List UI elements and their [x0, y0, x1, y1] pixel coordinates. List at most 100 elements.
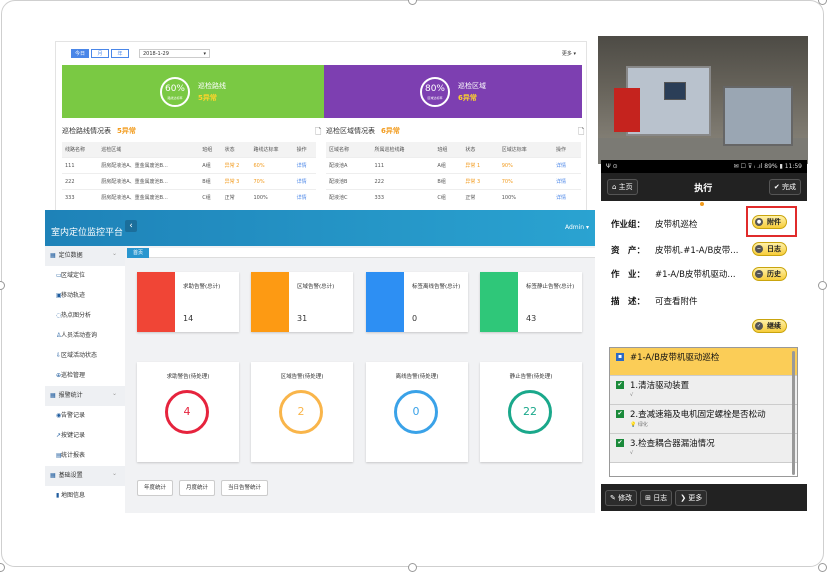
resize-handle-right[interactable]	[818, 281, 827, 290]
sidebar-item[interactable]: ⊕ 巡检管理	[45, 366, 125, 386]
sidebar-item-label: 按键记录	[61, 432, 86, 439]
sidebar-item[interactable]: ▮ 地图信息	[45, 486, 125, 506]
sidebar-item[interactable]: ▣ 移动轨迹	[45, 286, 125, 306]
done-button[interactable]: ✔ 完成	[768, 179, 801, 195]
pending-card-label: 求助警告(待处理)	[166, 374, 210, 380]
home-button[interactable]: ⌂ 主页	[607, 179, 638, 195]
date-select[interactable]: 2018-1-29 ▾	[139, 49, 210, 58]
stat-card-label: 区域告警(总计)	[297, 284, 335, 290]
history-label: 历史	[767, 270, 781, 278]
mobile-header: ⌂ 主页 执行 ✔ 完成	[601, 173, 807, 201]
edit-button[interactable]: ✎ 修改	[605, 489, 638, 506]
sidebar-item[interactable]: ▦ 基础设置	[45, 464, 125, 486]
collapse-sidebar-button[interactable]: ‹	[125, 220, 137, 232]
detail-link[interactable]: 详情	[293, 157, 316, 174]
date-value: 2018-1-29	[143, 51, 169, 57]
admin-menu[interactable]: Admin ▾	[565, 224, 589, 231]
field-label: 资 产：	[611, 246, 646, 256]
monitor-dashboard: 室内定位监控平台 ‹ Admin ▾ ▦定位数据▭区域定位▣移动轨迹◌热点图分析…	[45, 210, 595, 513]
sidebar-item[interactable]: ▤ 统计报表	[45, 446, 125, 466]
checked-icon: ✔	[616, 439, 624, 447]
range-month-button[interactable]: 月	[91, 49, 109, 58]
pending-ring: 2	[279, 390, 323, 434]
area-table-count: 6异常	[381, 127, 400, 135]
stat-button[interactable]: 当日告警统计	[221, 480, 269, 496]
indicator-dot	[700, 202, 704, 206]
sidebar-item-icon: ↗	[56, 432, 62, 439]
range-year-button[interactable]: 年	[111, 49, 129, 58]
detail-link[interactable]: 详情	[552, 173, 581, 190]
continue-button[interactable]: ✓ 继续	[752, 319, 787, 333]
sidebar-item-label: 报警统计	[58, 392, 83, 399]
area-table: 区域名称 所属巡检线路 班组 状态 区域达标率 操作 配液池A 111 A组 异常 1 90% 详情配…	[326, 142, 581, 205]
stat-card-color	[480, 272, 518, 332]
sidebar-item-label: 热点图分析	[61, 312, 92, 319]
sidebar-item[interactable]: ▭ 区域定位	[45, 266, 125, 286]
sidebar-item-label: 定位数据	[58, 252, 83, 259]
task-item[interactable]: ✔ 1.清洁驱动装置 √	[610, 376, 797, 405]
pending-card-label: 区域告警(待处理)	[280, 374, 324, 380]
stat-button[interactable]: 年度统计	[137, 480, 174, 496]
sidebar-item-icon: ⇩	[56, 352, 62, 359]
detail-link[interactable]: 详情	[552, 189, 581, 205]
sidebar-item[interactable]: ◉ 告警记录	[45, 406, 125, 426]
export-doc-icon[interactable]: 🗋	[578, 126, 584, 140]
export-doc-icon[interactable]: 🗋	[315, 126, 321, 140]
sidebar-item[interactable]: ▦ 定位数据	[45, 244, 125, 266]
machine-photo	[598, 36, 808, 164]
task-item[interactable]: ✔ 3.检查耦合器漏油情况 √	[610, 434, 797, 463]
route-table-title: 巡检路线情况表	[62, 127, 111, 135]
table-cell: A组	[434, 157, 463, 174]
grid-icon: ⊞	[645, 493, 654, 502]
tab-home[interactable]: 首页	[127, 248, 150, 258]
screen-title: 执行	[694, 183, 713, 194]
task-item[interactable]: ▪ #1-A/B皮带机驱动巡检	[610, 348, 797, 376]
task-sub-text: 绿化	[637, 422, 648, 428]
home-icon: ⌂	[612, 183, 619, 191]
route-table-count: 5异常	[117, 127, 136, 135]
table-cell: 70%	[498, 173, 553, 190]
area-rate-caption: 区域达标率	[427, 95, 443, 100]
history-button[interactable]: − 历史	[752, 267, 787, 281]
sidebar-item[interactable]: ◌ 热点图分析	[45, 306, 125, 326]
sidebar-item[interactable]: ⇩ 区域活动状态	[45, 346, 125, 366]
sidebar-item[interactable]: ♙ 人员活动查询	[45, 326, 125, 346]
table-header: 路线达标率	[250, 142, 294, 158]
table-cell: C组	[434, 189, 463, 205]
route-rate-value: 60%	[164, 83, 185, 94]
sidebar-item[interactable]: ↗ 按键记录	[45, 426, 125, 446]
status-bar: Ψ ⊙ ✉ ☐ ⊽ ᵢ .ıl 89% ▮ 11:59	[601, 160, 807, 173]
field-value: 皮带机巡检	[655, 220, 698, 230]
attachment-button[interactable]: ● 附件	[752, 215, 787, 229]
table-row: 222 厨房配液池A、重金属废池B... B组 异常 3 70% 详情	[62, 173, 316, 190]
sidebar-item-label: 告警记录	[61, 412, 86, 419]
table-cell: 配液池A	[326, 157, 372, 174]
stat-card-value: 0	[412, 314, 418, 323]
table-header: 状态	[221, 142, 251, 158]
range-today-button[interactable]: 今日	[71, 49, 89, 58]
stat-card-value: 43	[526, 314, 537, 323]
scrollbar[interactable]	[792, 351, 795, 475]
stat-button[interactable]: 月度统计	[179, 480, 216, 496]
detail-link[interactable]: 详情	[293, 189, 316, 205]
task-label: 2.查减速箱及电机固定螺栓是否松动	[630, 410, 766, 420]
more-menu-button[interactable]: ❯ 更多	[675, 489, 708, 506]
stat-card: 求助告警(总计) 14	[137, 272, 239, 332]
detail-link[interactable]: 详情	[293, 173, 316, 190]
route-table: 线路名称 巡检区域 班组 状态 路线达标率 操作 111 厨房配液池A、重金属废池B... A组…	[62, 142, 316, 205]
log-button[interactable]: − 日志	[752, 242, 787, 256]
footer-log-button[interactable]: ⊞ 日志	[640, 489, 673, 506]
sidebar-item[interactable]: ▦ 报警统计	[45, 384, 125, 406]
sidebar-item-icon: ▦	[50, 392, 56, 399]
sidebar-item-label: 人员活动查询	[61, 332, 98, 339]
task-item[interactable]: ✔ 2.查减速箱及电机固定螺栓是否松动 💡 绿化	[610, 405, 797, 434]
sidebar-item-label: 基础设置	[58, 472, 83, 479]
more-button[interactable]: 更多 ▾	[562, 50, 576, 57]
table-row: 配液池A 111 A组 异常 1 90% 详情	[326, 157, 581, 174]
detail-link[interactable]: 详情	[552, 157, 581, 174]
sidebar: ▦定位数据▭区域定位▣移动轨迹◌热点图分析♙人员活动查询⇩区域活动状态⊕巡检管理…	[45, 244, 125, 513]
resize-handle-top-right[interactable]	[818, 0, 827, 5]
range-toggle: 今日 月 年	[71, 49, 129, 58]
table-cell: B组	[199, 173, 222, 190]
sidebar-item-icon: ♙	[56, 332, 62, 339]
